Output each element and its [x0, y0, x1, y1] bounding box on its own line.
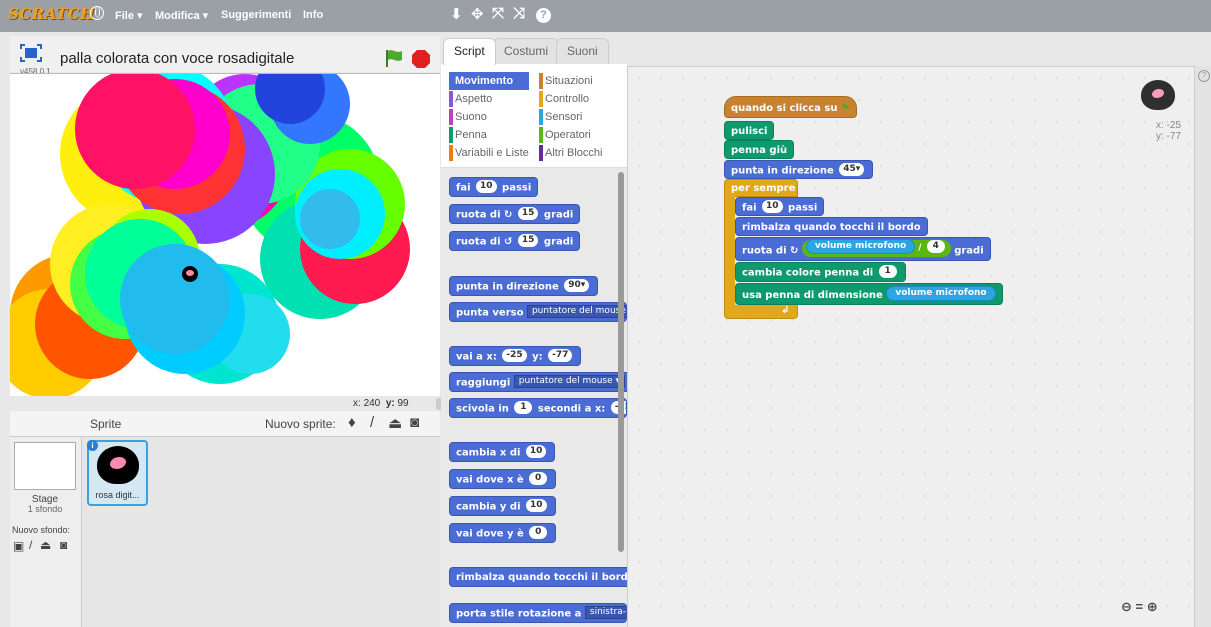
delete-scissors-icon[interactable]: ✥ [471, 5, 484, 23]
category-sensing[interactable]: Sensori [539, 108, 619, 126]
camera-sprite-icon[interactable]: ◙ [410, 414, 419, 431]
category-operators[interactable]: Operatori [539, 126, 619, 144]
upload-backdrop-icon[interactable]: ⏏ [40, 538, 51, 552]
menu-file[interactable]: File ▾ [115, 9, 143, 22]
script-area[interactable] [627, 66, 1194, 627]
category-control[interactable]: Controllo [539, 90, 619, 108]
stage-backdrop-count: 1 sfondo [27, 504, 63, 514]
pen-drawing [10, 74, 410, 396]
sprite-pane-header: Sprite Nuovo sprite: ♦ / ⏏ ◙ [10, 411, 440, 437]
new-sprite-label: Nuovo sprite: [265, 417, 336, 431]
sprite-name: rosa digit... [95, 490, 140, 500]
sprite-library-icon[interactable]: ♦ [348, 414, 356, 431]
divide-operator[interactable]: volume microfono / 4 [801, 238, 951, 257]
upload-sprite-icon[interactable]: ⏏ [388, 414, 402, 432]
tab-costumes[interactable]: Costumi [493, 38, 560, 64]
palette-change-y-block[interactable]: cambia y di 10 [449, 496, 556, 516]
when-flag-clicked-block[interactable]: quando si clicca su ⚑ [724, 96, 857, 118]
script-pen-down-block[interactable]: penna giù [724, 140, 795, 159]
script-move-block[interactable]: fai 10 passi [735, 197, 825, 216]
language-globe-icon[interactable] [90, 6, 104, 20]
category-motion[interactable]: Movimento [449, 72, 529, 90]
rotate-right-icon: ↻ [790, 245, 799, 257]
stage-column: Stage 1 sfondo Nuovo sfondo: ▣ / ⏏ ◙ [10, 437, 82, 627]
camera-backdrop-icon[interactable]: ◙ [60, 538, 67, 552]
green-flag-icon: ⚑ [840, 103, 850, 114]
new-backdrop-label: Nuovo sfondo: [12, 525, 71, 535]
tab-sounds[interactable]: Suoni [556, 38, 609, 64]
script-bounce-block[interactable]: rimbalza quando tocchi il bordo [735, 217, 928, 236]
zoom-controls: ⊖ = ⊕ [1121, 599, 1158, 615]
help-circle-icon[interactable]: ? [1198, 70, 1210, 82]
forever-block-arm [724, 196, 735, 306]
palette-goto-xy-block[interactable]: vai a x: -25 y: -77 [449, 346, 582, 366]
palette-change-x-block[interactable]: cambia x di 10 [449, 442, 556, 462]
project-title[interactable]: palla colorata con voce rosadigitale [60, 50, 294, 67]
palette-set-y-block[interactable]: vai dove y è 0 [449, 523, 557, 543]
script-set-pen-size-block[interactable]: usa penna di dimensione volume microfono [735, 283, 1003, 305]
paint-backdrop-icon[interactable]: / [29, 538, 32, 552]
palette-turn-left-block[interactable]: ruota di ↺ 15 gradi [449, 231, 581, 251]
help-icon[interactable]: ? [536, 8, 551, 23]
zoom-reset-button[interactable]: = [1136, 599, 1144, 614]
rotate-left-icon: ↺ [504, 236, 513, 248]
palette-move-block[interactable]: fai 10 passi [449, 177, 539, 197]
sprite-grid: rosa digit... i [82, 437, 440, 627]
palette-bounce-block[interactable]: rimbalza quando tocchi il bordo [449, 567, 642, 587]
forever-block-foot: ↲ [724, 305, 798, 319]
script-area-right-strip [1194, 66, 1211, 627]
current-sprite-thumbnail [1141, 80, 1175, 110]
sprite-thumbnail-selected[interactable]: rosa digit... i [87, 440, 148, 506]
category-more-blocks[interactable]: Altri Blocchi [539, 144, 619, 162]
script-clear-block[interactable]: pulisci [724, 121, 775, 140]
current-sprite-position: x: -25 y: -77 [1156, 120, 1182, 142]
menubar: SCRATCH File ▾ Modifica ▾ Suggerimenti I… [0, 0, 1211, 32]
script-change-pen-color-block[interactable]: cambia colore penna di 1 [735, 262, 906, 282]
zoom-out-icon[interactable]: ⊖ [1121, 599, 1132, 614]
duplicate-stamp-icon[interactable]: ⬇ [450, 5, 463, 23]
palette-glide-block[interactable]: scivola in 1 secondi a x: -25 [449, 398, 627, 418]
tab-script[interactable]: Script [443, 38, 496, 65]
category-pen[interactable]: Penna [449, 126, 529, 144]
menu-tips[interactable]: Suggerimenti [221, 9, 291, 21]
script-turn-block[interactable]: ruota di ↻ volume microfono / 4 gradi [735, 237, 991, 261]
grow-icon[interactable]: ⤧ [492, 5, 504, 22]
backdrop-library-icon[interactable]: ▣ [13, 539, 24, 553]
palette-scrollbar[interactable] [618, 172, 624, 552]
fullscreen-icon[interactable] [20, 44, 42, 62]
stage-thumbnail[interactable] [14, 442, 76, 490]
mouse-coordinates: x: 240 y: 99 [353, 398, 409, 409]
palette-point-towards-block[interactable]: punta verso puntatore del mouse [449, 302, 627, 322]
scratch-logo[interactable]: SCRATCH [8, 5, 95, 23]
category-data[interactable]: Variabili e Liste [449, 144, 541, 162]
palette-rotation-style-block[interactable]: porta stile rotazione a sinistra-de [449, 603, 627, 623]
zoom-in-icon[interactable]: ⊕ [1147, 599, 1158, 614]
script-forever-block[interactable]: per sempre [724, 179, 798, 197]
category-looks[interactable]: Aspetto [449, 90, 529, 108]
palette-point-direction-block[interactable]: punta in direzione 90▾ [449, 276, 599, 296]
script-point-direction-block[interactable]: punta in direzione 45▾ [724, 160, 874, 179]
sprite-info-icon[interactable]: i [87, 440, 98, 451]
loop-arrow-icon: ↲ [781, 305, 790, 316]
palette-goto-block[interactable]: raggiungi puntatore del mouse ▾ [449, 372, 633, 392]
stop-sign-icon[interactable] [411, 49, 431, 69]
sprite-costume-image [97, 446, 139, 484]
category-events[interactable]: Situazioni [539, 72, 619, 90]
menu-about[interactable]: Info [303, 9, 323, 21]
palette-set-x-block[interactable]: vai dove x è 0 [449, 469, 557, 489]
paint-sprite-icon[interactable]: / [370, 414, 374, 431]
category-sound[interactable]: Suono [449, 108, 529, 126]
stage-canvas[interactable] [10, 73, 440, 396]
menu-edit[interactable]: Modifica ▾ [155, 9, 208, 22]
sprite-header-label: Sprite [90, 417, 122, 431]
rotate-right-icon: ↻ [504, 209, 513, 221]
category-selector: Movimento Situazioni Aspetto Controllo S… [441, 64, 627, 168]
green-flag-icon[interactable] [384, 48, 404, 68]
palette-turn-right-block[interactable]: ruota di ↻ 15 gradi [449, 204, 581, 224]
shrink-icon[interactable]: ⤨ [513, 5, 525, 22]
